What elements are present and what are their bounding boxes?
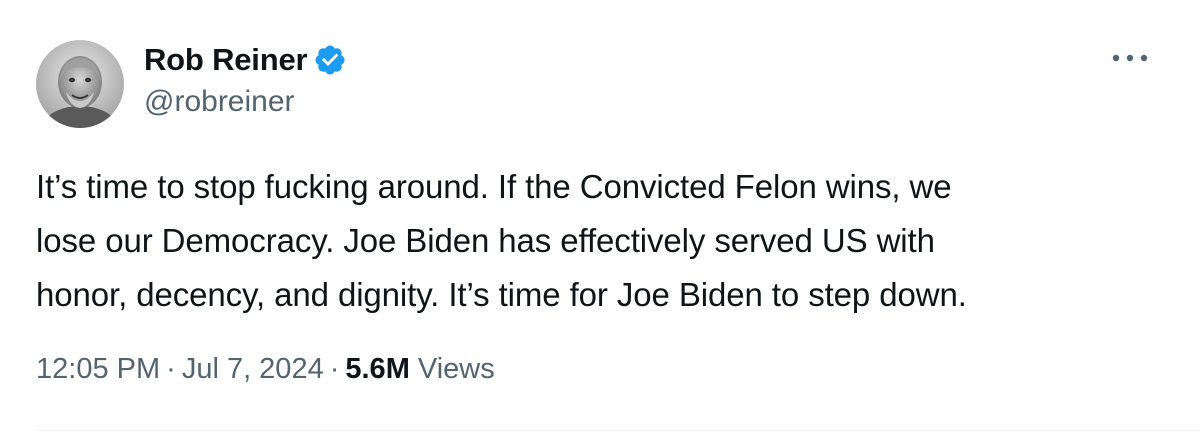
tweet-text: It’s time to stop fucking around. If the… — [36, 160, 1166, 322]
meta-separator: · — [166, 353, 176, 385]
more-horizontal-icon[interactable] — [1108, 44, 1152, 72]
person-photo-icon — [36, 40, 124, 128]
divider — [36, 430, 1200, 431]
meta-separator: · — [329, 353, 340, 385]
name-row: Rob Reiner — [144, 40, 347, 80]
tweet-text-line: honor, decency, and dignity. It’s time f… — [36, 276, 967, 313]
views-count[interactable]: 5.6M — [345, 353, 409, 385]
tweet-meta: 12:05 PM · Jul 7, 2024 · 5.6M Views — [36, 346, 495, 392]
tweet-text-line: It’s time to stop fucking around. If the… — [36, 168, 952, 205]
views-label[interactable]: Views — [418, 353, 495, 385]
display-name[interactable]: Rob Reiner — [144, 40, 308, 80]
tweet-card: Rob Reiner @robreiner It’s time to stop … — [0, 0, 1200, 448]
tweet-date[interactable]: Jul 7, 2024 — [182, 353, 324, 385]
verified-badge-icon — [313, 43, 347, 77]
tweet-text-line: lose our Democracy. Joe Biden has effect… — [36, 222, 935, 259]
user-handle[interactable]: @robreiner — [144, 82, 347, 122]
tweet-time[interactable]: 12:05 PM — [36, 353, 160, 385]
tweet-header: Rob Reiner @robreiner — [144, 40, 347, 122]
avatar[interactable] — [36, 40, 124, 128]
